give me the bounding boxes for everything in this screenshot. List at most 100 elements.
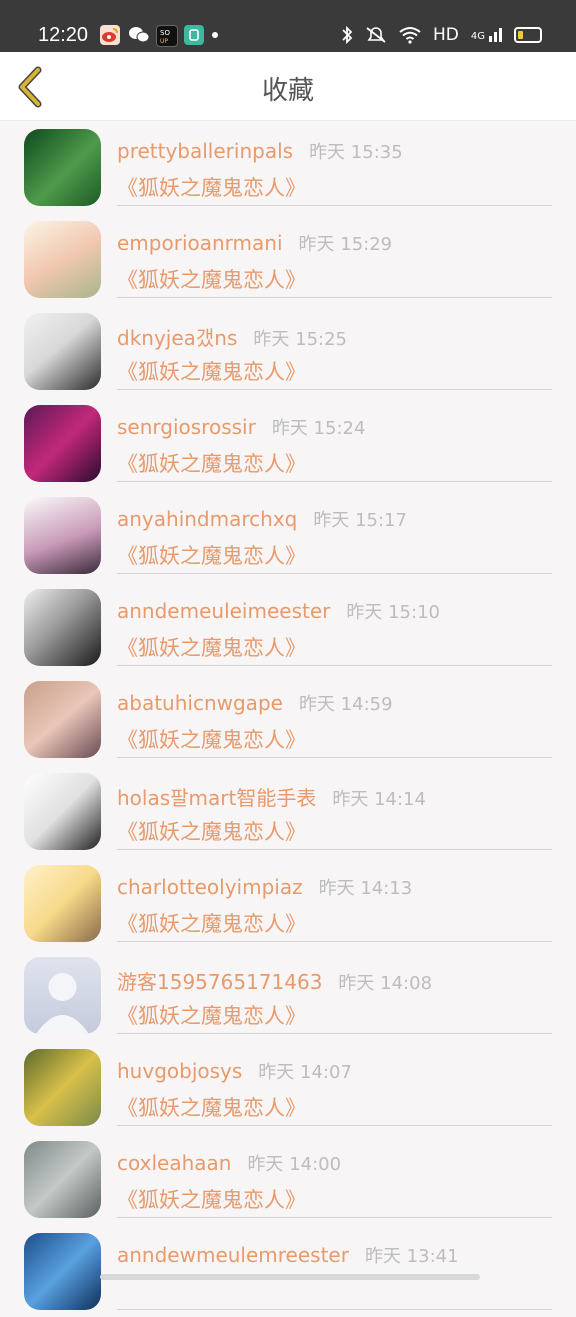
favorites-list: prettyballerinpals 昨天 15:35 《狐妖之魔鬼恋人》 empor…: [0, 121, 576, 1317]
avatar[interactable]: [24, 681, 101, 758]
user-name[interactable]: coxleahaan: [117, 1151, 231, 1175]
book-title[interactable]: 《狐妖之魔鬼恋人》: [117, 264, 306, 294]
item-info: prettyballerinpals 昨天 15:35 《狐妖之魔鬼恋人》: [117, 121, 552, 206]
user-name[interactable]: anyahindmarchxq: [117, 507, 297, 531]
timestamp: 昨天 15:29: [298, 234, 393, 255]
item-header: dknyjea갰ns 昨天 15:25: [117, 322, 347, 351]
status-bar: 12:20 SO UP HD 4G: [0, 0, 576, 52]
timestamp: 昨天 14:59: [298, 694, 393, 715]
user-name[interactable]: holas팔mart智能手表: [117, 786, 316, 810]
list-item[interactable]: emporioanrmani 昨天 15:29 《狐妖之魔鬼恋人》: [0, 213, 576, 305]
signal-icon: 4G: [471, 28, 502, 42]
avatar[interactable]: [24, 221, 101, 298]
scroll-indicator: [100, 1274, 480, 1280]
network-hd-label: HD: [433, 25, 459, 45]
book-title[interactable]: 《狐妖之魔鬼恋人》: [117, 724, 306, 754]
list-item[interactable]: prettyballerinpals 昨天 15:35 《狐妖之魔鬼恋人》: [0, 121, 576, 213]
notification-dot: [212, 32, 218, 38]
list-item[interactable]: anyahindmarchxq 昨天 15:17 《狐妖之魔鬼恋人》: [0, 489, 576, 581]
avatar[interactable]: [24, 313, 101, 390]
item-info: 游客1595765171463 昨天 14:08 《狐妖之魔鬼恋人》: [117, 949, 552, 1034]
item-header: coxleahaan 昨天 14:00: [117, 1150, 341, 1176]
item-info: holas팔mart智能手表 昨天 14:14 《狐妖之魔鬼恋人》: [117, 765, 552, 850]
user-name[interactable]: huvgobjosys: [117, 1059, 242, 1083]
user-name[interactable]: prettyballerinpals: [117, 139, 293, 163]
user-name[interactable]: charlotteolyimpiaz: [117, 875, 303, 899]
item-info: charlotteolyimpiaz 昨天 14:13 《狐妖之魔鬼恋人》: [117, 857, 552, 942]
item-info: anyahindmarchxq 昨天 15:17 《狐妖之魔鬼恋人》: [117, 489, 552, 574]
book-title[interactable]: 《狐妖之魔鬼恋人》: [117, 632, 306, 662]
timestamp: 昨天 15:35: [309, 142, 403, 163]
avatar[interactable]: [24, 957, 101, 1034]
book-title[interactable]: 《狐妖之魔鬼恋人》: [117, 816, 306, 846]
top-bar: 收藏: [0, 52, 576, 121]
item-info: senrgiosrossir 昨天 15:24 《狐妖之魔鬼恋人》: [117, 397, 552, 482]
green-app-icon: [184, 25, 204, 45]
item-header: anyahindmarchxq 昨天 15:17: [117, 506, 407, 532]
weibo-icon: [100, 25, 120, 45]
avatar[interactable]: [24, 865, 101, 942]
soul-app-icon: SO UP: [156, 25, 178, 47]
signal-label: 4G: [470, 31, 485, 42]
book-title[interactable]: 《狐妖之魔鬼恋人》: [117, 1092, 306, 1122]
item-info: anndewmeulemreester 昨天 13:41: [117, 1225, 552, 1310]
timestamp: 昨天 15:17: [313, 510, 407, 531]
item-header: prettyballerinpals 昨天 15:35: [117, 138, 403, 164]
item-info: abatuhicnwgape 昨天 14:59 《狐妖之魔鬼恋人》: [117, 673, 552, 758]
user-name[interactable]: dknyjea갰ns: [117, 326, 237, 350]
user-name[interactable]: senrgiosrossir: [117, 415, 256, 439]
timestamp: 昨天 15:10: [346, 602, 440, 623]
user-name[interactable]: emporioanrmani: [117, 231, 283, 255]
list-item[interactable]: abatuhicnwgape 昨天 14:59 《狐妖之魔鬼恋人》: [0, 673, 576, 765]
list-item[interactable]: anndemeuleimeester 昨天 15:10 《狐妖之魔鬼恋人》: [0, 581, 576, 673]
avatar[interactable]: [24, 1141, 101, 1218]
item-info: huvgobjosys 昨天 14:07 《狐妖之魔鬼恋人》: [117, 1041, 552, 1126]
avatar[interactable]: [24, 773, 101, 850]
list-item[interactable]: holas팔mart智能手表 昨天 14:14 《狐妖之魔鬼恋人》: [0, 765, 576, 857]
timestamp: 昨天 14:14: [332, 789, 426, 810]
book-title[interactable]: 《狐妖之魔鬼恋人》: [117, 540, 306, 570]
book-title[interactable]: 《狐妖之魔鬼恋人》: [117, 1184, 306, 1214]
item-header: senrgiosrossir 昨天 15:24: [117, 414, 365, 440]
user-name[interactable]: anndemeuleimeester: [117, 599, 330, 623]
avatar[interactable]: [24, 1049, 101, 1126]
timestamp: 昨天 13:41: [364, 1246, 459, 1267]
book-title[interactable]: 《狐妖之魔鬼恋人》: [117, 908, 306, 938]
item-header: 游客1595765171463 昨天 14:08: [117, 966, 432, 995]
item-info: coxleahaan 昨天 14:00 《狐妖之魔鬼恋人》: [117, 1133, 552, 1218]
user-name[interactable]: abatuhicnwgape: [117, 691, 283, 715]
timestamp: 昨天 14:13: [318, 878, 413, 899]
avatar[interactable]: [24, 1233, 101, 1310]
item-header: anndemeuleimeester 昨天 15:10: [117, 598, 440, 624]
list-item[interactable]: dknyjea갰ns 昨天 15:25 《狐妖之魔鬼恋人》: [0, 305, 576, 397]
battery-icon: [514, 27, 542, 43]
list-item[interactable]: anndewmeulemreester 昨天 13:41: [0, 1225, 576, 1317]
book-title[interactable]: 《狐妖之魔鬼恋人》: [117, 448, 306, 478]
wifi-icon: [399, 27, 421, 44]
item-header: holas팔mart智能手表 昨天 14:14: [117, 782, 426, 811]
list-item[interactable]: coxleahaan 昨天 14:00 《狐妖之魔鬼恋人》: [0, 1133, 576, 1225]
list-item[interactable]: 游客1595765171463 昨天 14:08 《狐妖之魔鬼恋人》: [0, 949, 576, 1041]
status-time: 12:20: [38, 24, 89, 46]
timestamp: 昨天 15:25: [253, 329, 348, 350]
page-title: 收藏: [261, 76, 314, 106]
book-title[interactable]: 《狐妖之魔鬼恋人》: [117, 172, 306, 202]
bluetooth-icon: [342, 25, 353, 45]
timestamp: 昨天 14:08: [338, 973, 433, 994]
list-item[interactable]: charlotteolyimpiaz 昨天 14:13 《狐妖之魔鬼恋人》: [0, 857, 576, 949]
svg-text:SO: SO: [160, 29, 170, 37]
list-item[interactable]: senrgiosrossir 昨天 15:24 《狐妖之魔鬼恋人》: [0, 397, 576, 489]
item-info: emporioanrmani 昨天 15:29 《狐妖之魔鬼恋人》: [117, 213, 552, 298]
avatar[interactable]: [24, 497, 101, 574]
list-item[interactable]: huvgobjosys 昨天 14:07 《狐妖之魔鬼恋人》: [0, 1041, 576, 1133]
item-header: emporioanrmani 昨天 15:29: [117, 230, 392, 256]
item-info: dknyjea갰ns 昨天 15:25 《狐妖之魔鬼恋人》: [117, 305, 552, 390]
avatar[interactable]: [24, 405, 101, 482]
book-title[interactable]: 《狐妖之魔鬼恋人》: [117, 1000, 306, 1030]
avatar[interactable]: [24, 129, 101, 206]
avatar[interactable]: [24, 589, 101, 666]
user-name[interactable]: 游客1595765171463: [117, 970, 322, 994]
user-name[interactable]: anndewmeulemreester: [117, 1243, 349, 1267]
book-title[interactable]: 《狐妖之魔鬼恋人》: [117, 356, 306, 386]
svg-text:UP: UP: [160, 38, 168, 45]
